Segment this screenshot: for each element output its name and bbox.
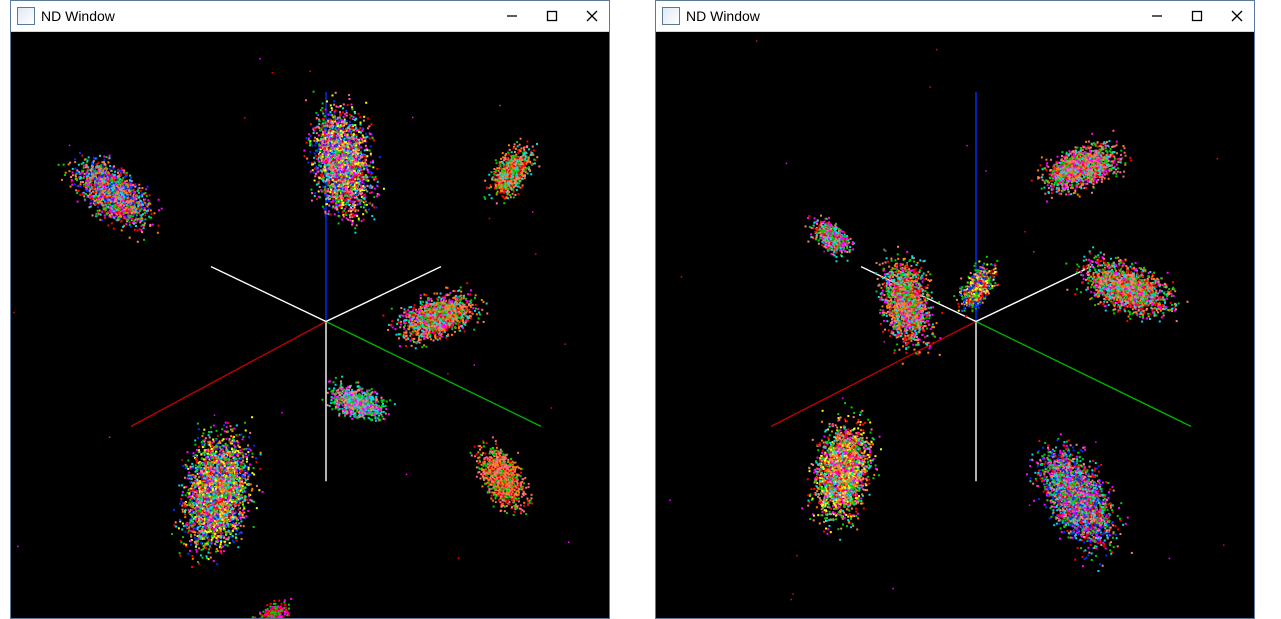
app-icon: [17, 7, 35, 25]
maximize-button[interactable]: [1188, 8, 1206, 24]
window-controls: [503, 8, 601, 24]
window-right: ND Window: [655, 0, 1255, 619]
viewport-3d[interactable]: [656, 32, 1254, 618]
maximize-button[interactable]: [543, 8, 561, 24]
minimize-button[interactable]: [1148, 8, 1166, 24]
scatter3d-canvas: [656, 32, 1254, 618]
window-title: ND Window: [686, 8, 760, 24]
close-button[interactable]: [1228, 8, 1246, 24]
minimize-icon: [1151, 10, 1163, 22]
window-title: ND Window: [41, 8, 115, 24]
viewport-3d[interactable]: [11, 32, 609, 618]
window-left: ND Window: [10, 0, 610, 619]
minimize-icon: [506, 10, 518, 22]
close-button[interactable]: [583, 8, 601, 24]
window-controls: [1148, 8, 1246, 24]
titlebar[interactable]: ND Window: [11, 1, 609, 32]
maximize-icon: [1191, 10, 1203, 22]
title-left: ND Window: [662, 7, 760, 25]
maximize-icon: [546, 10, 558, 22]
stage: ND Window: [0, 0, 1281, 619]
app-icon: [662, 7, 680, 25]
close-icon: [586, 10, 598, 22]
titlebar[interactable]: ND Window: [656, 1, 1254, 32]
close-icon: [1231, 10, 1243, 22]
title-left: ND Window: [17, 7, 115, 25]
scatter3d-canvas: [11, 32, 609, 618]
minimize-button[interactable]: [503, 8, 521, 24]
